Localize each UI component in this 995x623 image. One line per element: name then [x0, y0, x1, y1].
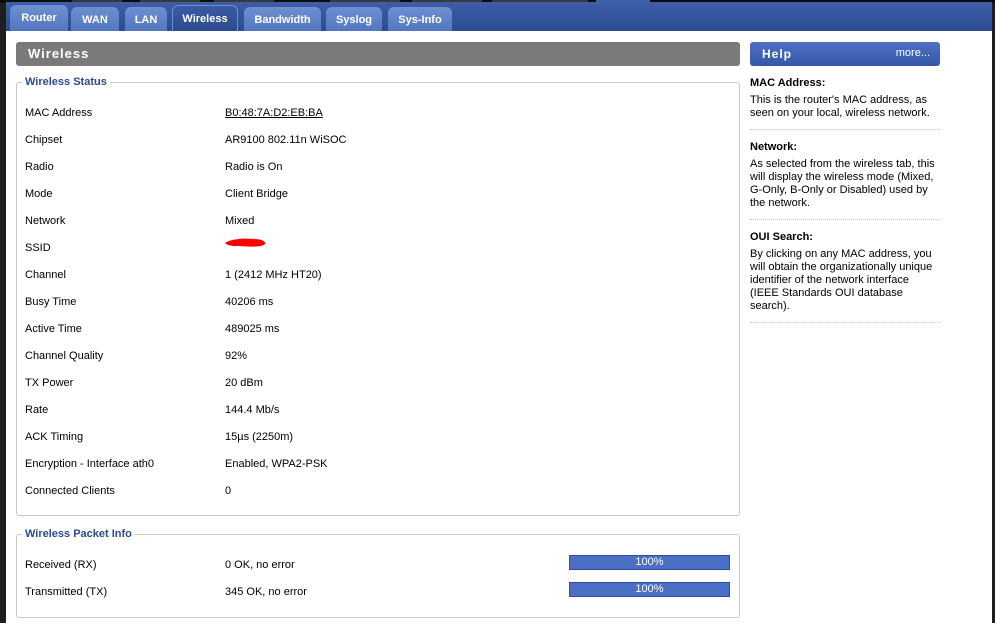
help-item-heading: Network: — [750, 141, 798, 153]
status-value: 15µs (2250m) — [225, 431, 294, 443]
help-item-text: This is the router's MAC address, as see… — [750, 94, 930, 119]
help-item-network: Network: As selected from the wireless t… — [750, 141, 940, 220]
help-item-heading: MAC Address: — [750, 77, 826, 89]
help-item-heading: OUI Search: — [750, 231, 813, 243]
status-label: Rate — [25, 404, 49, 416]
status-value: 20 dBm — [225, 377, 263, 389]
status-label: Active Time — [25, 323, 82, 335]
status-value: Client Bridge — [225, 188, 288, 200]
status-label: ACK Timing — [25, 431, 84, 443]
tab-sys-info[interactable]: Sys-Info — [388, 7, 452, 32]
tab-bar: Router WAN LAN Wireless Bandwidth Syslog… — [6, 2, 992, 33]
help-item-mac-address: MAC Address: This is the router's MAC ad… — [750, 77, 940, 130]
wireless-status-legend: Wireless Status — [25, 76, 107, 88]
packet-info-legend: Wireless Packet Info — [25, 528, 132, 540]
tab-wan[interactable]: WAN — [71, 7, 119, 32]
status-value: Enabled, WPA2-PSK — [225, 458, 328, 470]
tab-lan[interactable]: LAN — [125, 7, 167, 32]
packet-label: Received (RX) — [25, 559, 97, 571]
status-value: 1 (2412 MHz HT20) — [225, 269, 322, 281]
status-label: Connected Clients — [25, 485, 115, 497]
status-value: Radio is On — [225, 161, 283, 173]
packet-progress-bar: 100% — [569, 582, 730, 597]
help-more-link[interactable]: more... — [896, 42, 930, 64]
status-label: Chipset — [25, 134, 63, 146]
tab-router[interactable]: Router — [10, 5, 68, 33]
status-value: 40206 ms — [225, 296, 274, 308]
status-value: AR9100 802.11n WiSOC — [225, 134, 347, 146]
status-value: 144.4 Mb/s — [225, 404, 280, 416]
status-label: Radio — [25, 161, 54, 173]
help-item-text: As selected from the wireless tab, this … — [750, 158, 935, 209]
status-value: Mixed — [225, 215, 255, 227]
tab-bandwidth[interactable]: Bandwidth — [244, 7, 321, 32]
status-label: MAC Address — [25, 107, 93, 119]
help-title: Help — [762, 47, 793, 61]
status-label: Mode — [25, 188, 53, 200]
status-label: Encryption - Interface ath0 — [25, 458, 155, 470]
tab-syslog[interactable]: Syslog — [326, 7, 382, 32]
status-value: 489025 ms — [225, 323, 280, 335]
ssid-redaction-mark — [225, 238, 266, 247]
mac-address-link[interactable]: B0:48:7A:D2:EB:BA — [225, 107, 323, 119]
help-item-text: By clicking on any MAC address, you will… — [750, 248, 933, 312]
content-area: Wireless Wireless Status MAC Address B0:4… — [6, 31, 992, 623]
status-label: Channel — [25, 269, 66, 281]
tab-wireless[interactable]: Wireless — [172, 5, 238, 33]
status-label: SSID — [25, 242, 51, 254]
packet-info-box: Wireless Packet Info — [16, 528, 740, 618]
packet-value: 0 OK, no error — [225, 559, 295, 571]
section-title: Wireless — [16, 42, 740, 66]
status-label: TX Power — [25, 377, 74, 389]
status-label: Busy Time — [25, 296, 77, 308]
packet-progress-bar: 100% — [569, 555, 730, 570]
status-value: 0 — [225, 485, 232, 497]
packet-value: 345 OK, no error — [225, 586, 307, 598]
help-header: Help more... — [750, 42, 940, 66]
status-label: Channel Quality — [25, 350, 104, 362]
help-item-oui-search: OUI Search: By clicking on any MAC addre… — [750, 231, 940, 323]
status-value: 92% — [225, 350, 248, 362]
status-label: Network — [25, 215, 66, 227]
packet-label: Transmitted (TX) — [25, 586, 108, 598]
